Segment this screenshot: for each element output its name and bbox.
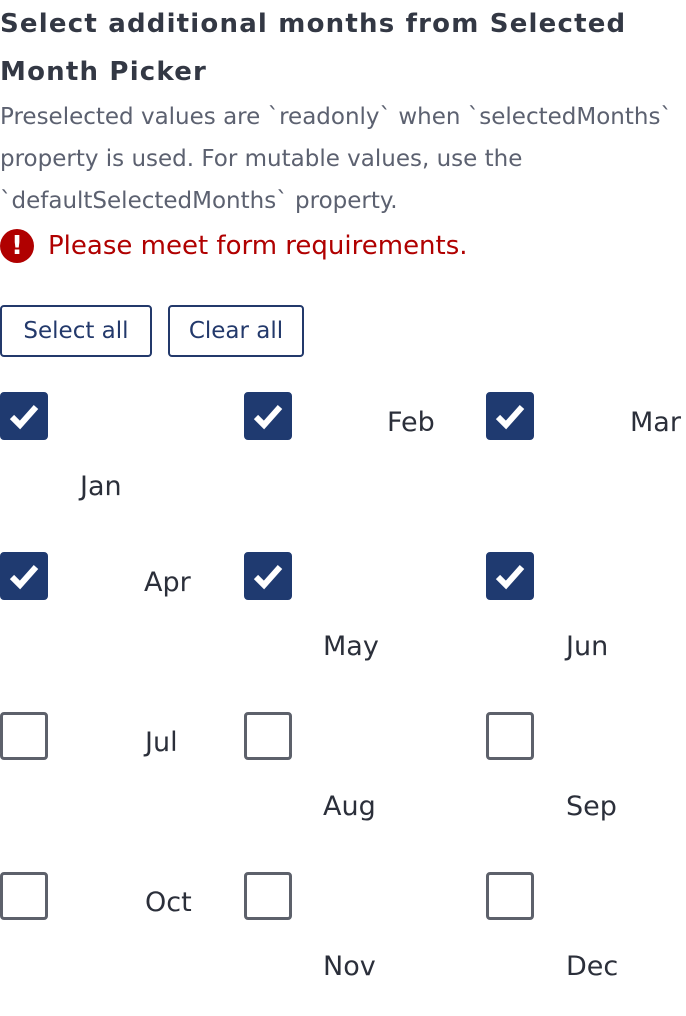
checkbox-nov[interactable] xyxy=(244,872,292,920)
checkmark-icon xyxy=(495,565,525,590)
checkmark-icon xyxy=(495,405,525,430)
picker-description: Preselected values are `readonly` when `… xyxy=(0,104,672,214)
month-label-nov: Nov xyxy=(323,951,376,982)
month-label-jan: Jan xyxy=(80,471,122,502)
month-label-feb: Feb xyxy=(387,407,435,438)
checkmark-icon xyxy=(253,405,283,430)
checkbox-oct[interactable] xyxy=(0,872,48,920)
checkbox-jun[interactable] xyxy=(486,552,534,600)
checkmark-icon xyxy=(9,565,39,590)
month-label-dec: Dec xyxy=(566,951,619,982)
select-all-button[interactable]: Select all xyxy=(0,305,152,357)
month-label-jul: Jul xyxy=(145,727,178,758)
checkbox-aug[interactable] xyxy=(244,712,292,760)
checkbox-jul[interactable] xyxy=(0,712,48,760)
month-label-may: May xyxy=(323,631,379,662)
month-label-sep: Sep xyxy=(566,791,617,822)
checkmark-icon xyxy=(253,565,283,590)
month-label-apr: Apr xyxy=(144,567,191,598)
checkbox-may[interactable] xyxy=(244,552,292,600)
month-label-oct: Oct xyxy=(145,887,192,918)
checkbox-mar[interactable] xyxy=(486,392,534,440)
checkmark-icon xyxy=(9,405,39,430)
month-label-aug: Aug xyxy=(323,791,376,822)
checkbox-dec[interactable] xyxy=(486,872,534,920)
exclamation-icon: ! xyxy=(0,229,34,263)
page-title: Select additional months from Selected M… xyxy=(0,9,627,87)
checkbox-jan[interactable] xyxy=(0,392,48,440)
checkbox-feb[interactable] xyxy=(244,392,292,440)
clear-all-button[interactable]: Clear all xyxy=(168,305,304,357)
month-label-mar: Mar xyxy=(630,407,681,438)
error-message: ! Please meet form requirements. xyxy=(0,226,468,266)
checkbox-apr[interactable] xyxy=(0,552,48,600)
checkbox-sep[interactable] xyxy=(486,712,534,760)
month-label-jun: Jun xyxy=(566,631,609,662)
error-text: Please meet form requirements. xyxy=(48,231,468,261)
